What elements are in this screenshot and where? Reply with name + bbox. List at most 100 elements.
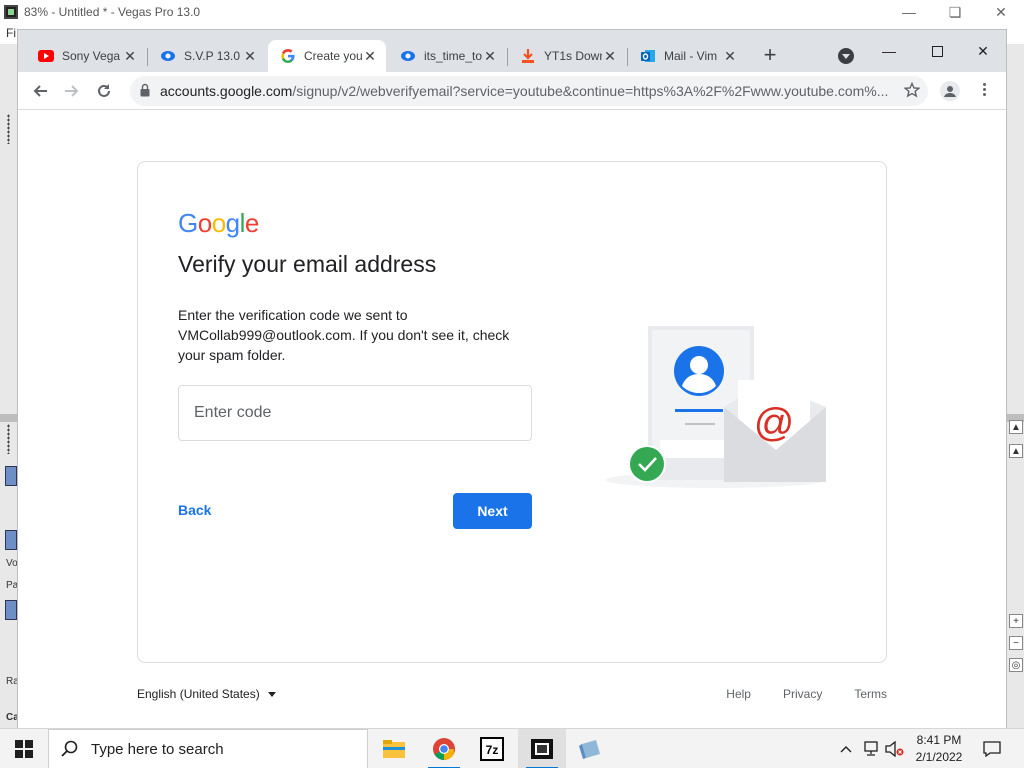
track-label-ca: Ca [6, 712, 19, 723]
tab-title: Create your [304, 49, 362, 63]
close-icon[interactable]: ✕ [122, 48, 138, 64]
track-block[interactable] [5, 466, 17, 486]
tab-yt1s[interactable]: YT1s Down ✕ [508, 40, 626, 72]
track-label-volume: Vo [6, 558, 18, 569]
youtube-icon [38, 48, 54, 64]
svg-text:7z: 7z [486, 743, 499, 757]
zoom-in-icon[interactable]: + [1009, 614, 1023, 628]
minimize-button[interactable]: — [866, 36, 912, 66]
tab-mail[interactable]: Mail - Vim ✕ [628, 40, 746, 72]
maximize-button[interactable] [914, 36, 960, 66]
at-sign-icon: @ [754, 401, 795, 445]
vegas-title-bar: 83% - Untitled * - Vegas Pro 13.0 — ❏ ✕ [0, 0, 1024, 24]
browser-toolbar: accounts.google.com/signup/v2/webverifye… [18, 72, 1006, 110]
close-icon[interactable]: ✕ [482, 48, 498, 64]
reload-icon[interactable] [92, 79, 116, 103]
back-button[interactable]: Back [178, 502, 211, 518]
magnify-icon[interactable]: ◎ [1009, 658, 1023, 672]
notifications-icon[interactable] [980, 729, 1004, 768]
vegas-right-panel: ▲ ▲ + − ◎ [1006, 44, 1024, 728]
zoom-out-icon[interactable]: − [1009, 636, 1023, 650]
page-content: Google Verify your email address Enter t… [18, 110, 1006, 728]
clock-time: 8:41 PM [916, 733, 962, 747]
close-icon[interactable]: ✕ [602, 48, 618, 64]
vegas-minimize-button[interactable]: — [886, 0, 932, 24]
language-selector[interactable]: English (United States) [137, 687, 276, 701]
close-icon[interactable]: ✕ [362, 48, 378, 64]
file-explorer-icon[interactable] [370, 729, 418, 768]
checkmark-icon [630, 447, 664, 481]
track-label-rate: Ra [6, 676, 19, 687]
volume-muted-icon[interactable] [884, 729, 906, 768]
terms-link[interactable]: Terms [854, 687, 887, 701]
download-icon [520, 48, 536, 64]
vegas-close-button[interactable]: ✕ [978, 0, 1024, 24]
back-arrow-icon[interactable] [28, 79, 52, 103]
verify-email-card: Google Verify your email address Enter t… [137, 161, 887, 663]
browser-window: Sony Vegas ✕ S.V.P 13.0 ✕ Create your ✕ … [18, 30, 1006, 728]
clock-date: 2/1/2022 [915, 750, 963, 764]
language-label: English (United States) [137, 687, 260, 701]
google-logo: Google [178, 208, 259, 238]
track-block[interactable] [5, 530, 17, 550]
tab-title: S.V.P 13.0 [184, 49, 241, 63]
vegas-left-panel: Vo Pa Ra Ca [0, 44, 19, 728]
close-icon[interactable]: ✕ [722, 48, 738, 64]
new-tab-button[interactable]: + [758, 44, 782, 68]
footer-links: Help Privacy Terms [694, 687, 887, 701]
tab-strip: Sony Vegas ✕ S.V.P 13.0 ✕ Create your ✕ … [18, 30, 1006, 72]
privacy-link[interactable]: Privacy [783, 687, 822, 701]
chrome-icon[interactable] [420, 729, 468, 768]
taskbar: 7z 8:41 PM 2/1/2022 [0, 728, 1024, 768]
tab-sony-vegas[interactable]: Sony Vegas ✕ [26, 40, 146, 72]
tab-its-time[interactable]: its_time_to ✕ [388, 40, 506, 72]
taskbar-clock[interactable]: 8:41 PM 2/1/2022 [904, 732, 974, 766]
tab-search-icon[interactable] [838, 48, 854, 64]
panel-divider[interactable] [0, 414, 18, 422]
track-block[interactable] [5, 600, 17, 620]
tab-create-account[interactable]: Create your ✕ [268, 40, 386, 72]
tab-title: Sony Vegas [62, 49, 120, 63]
page-title: Verify your email address [178, 251, 437, 277]
chevron-down-icon [267, 692, 276, 698]
pin-icon[interactable]: ▲ [1009, 420, 1023, 434]
bookmark-star-icon[interactable] [903, 81, 921, 103]
search-icon [61, 740, 78, 757]
vegas-window-controls: — ❏ ✕ [886, 0, 1024, 24]
tab-title: YT1s Down [544, 49, 602, 63]
7zip-icon[interactable]: 7z [468, 729, 516, 768]
url-host: accounts.google.com [160, 83, 293, 99]
app-icon[interactable] [566, 729, 614, 768]
svp-icon [160, 48, 176, 64]
scroll-up-icon[interactable]: ▲ [1009, 444, 1023, 458]
help-link[interactable]: Help [726, 687, 751, 701]
verification-code-input[interactable] [178, 385, 532, 441]
email-verification-illustration: @ [606, 326, 826, 488]
url-text[interactable]: accounts.google.com/signup/v2/webverifye… [160, 83, 890, 99]
close-window-button[interactable]: ✕ [960, 36, 1006, 66]
svp-icon [400, 48, 416, 64]
grip-handle[interactable] [7, 114, 10, 144]
start-button[interactable] [0, 729, 48, 768]
vegas-app-icon [4, 5, 18, 19]
taskbar-search[interactable] [48, 729, 368, 768]
grip-handle[interactable] [7, 424, 10, 454]
vegas-maximize-button[interactable]: ❏ [932, 0, 978, 24]
lock-icon[interactable] [140, 83, 150, 102]
kebab-menu-icon[interactable] [976, 81, 992, 101]
google-icon [280, 48, 296, 64]
address-bar[interactable]: accounts.google.com/signup/v2/webverifye… [130, 76, 928, 106]
track-label-pan: Pa [6, 580, 19, 591]
vegas-window-title: 83% - Untitled * - Vegas Pro 13.0 [24, 5, 201, 19]
chevron-up-icon[interactable] [836, 729, 856, 768]
close-icon[interactable]: ✕ [242, 48, 258, 64]
forward-arrow-icon[interactable] [60, 79, 84, 103]
profile-avatar-icon[interactable] [940, 81, 960, 101]
taskbar-search-input[interactable] [91, 740, 341, 758]
network-icon[interactable] [860, 729, 882, 768]
tab-svp[interactable]: S.V.P 13.0 ✕ [148, 40, 266, 72]
vegas-pro-icon[interactable] [518, 729, 566, 768]
next-button[interactable]: Next [453, 493, 532, 529]
tab-title: Mail - Vim [664, 49, 718, 63]
windows-logo-icon [15, 740, 33, 758]
